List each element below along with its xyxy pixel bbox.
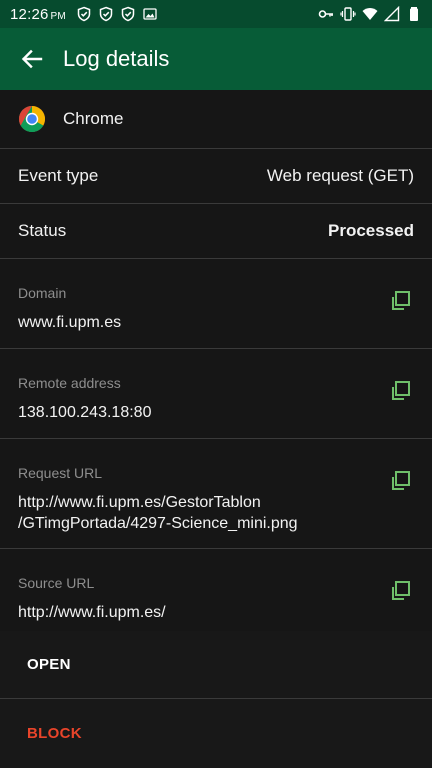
request-url-row: Request URL http://www.fi.upm.es/GestorT…: [0, 439, 432, 549]
shield-check-icon: [77, 6, 91, 22]
page-title: Log details: [63, 46, 170, 71]
chrome-logo: [18, 106, 46, 133]
status-bar: 12:26 PM: [0, 0, 432, 28]
source-url-value: http://www.fi.upm.es/: [18, 604, 166, 621]
shield-check-icon: [99, 6, 113, 22]
app-bar: Log details: [0, 28, 432, 90]
copy-domain-button[interactable]: [386, 287, 414, 315]
copy-remote-address-button[interactable]: [386, 377, 414, 405]
event-type-label: Event type: [18, 166, 99, 185]
log-details-list: Chrome Event type Web request (GET) Stat…: [0, 90, 432, 632]
request-url-value: http://www.fi.upm.es/GestorTablon /GTimg…: [18, 492, 414, 534]
copy-icon: [392, 471, 410, 490]
battery-icon: [410, 7, 418, 21]
status-label: Status: [18, 221, 67, 240]
source-url-row: Source URL http://www.fi.upm.es/: [0, 549, 432, 632]
cellular-icon: [384, 6, 400, 22]
action-sheet: OPEN BLOCK: [0, 631, 432, 768]
domain-label: Domain: [18, 285, 67, 301]
request-url-label: Request URL: [18, 465, 103, 481]
key-icon: [318, 10, 333, 18]
shield-check-icon: [121, 6, 135, 22]
back-button[interactable]: [0, 28, 64, 90]
remote-address-row: Remote address 138.100.243.18:80: [0, 349, 432, 439]
copy-icon: [392, 291, 410, 310]
remote-address-value: 138.100.243.18:80: [18, 404, 152, 421]
app-row: Chrome: [0, 90, 432, 149]
source-url-label: Source URL: [18, 575, 95, 591]
domain-row: Domain www.fi.upm.es: [0, 259, 432, 349]
status-row: Status Processed: [0, 204, 432, 259]
copy-request-url-button[interactable]: [386, 467, 414, 495]
event-type-row: Event type Web request (GET): [0, 149, 432, 204]
domain-value: www.fi.upm.es: [18, 314, 122, 331]
event-type-value: Web request (GET): [266, 166, 414, 185]
remote-address-label: Remote address: [18, 375, 121, 391]
image-icon: [143, 8, 157, 20]
arrow-back-icon: [21, 49, 43, 69]
status-value: Processed: [328, 221, 414, 240]
status-time: 12:26 PM: [10, 5, 66, 23]
open-button[interactable]: OPEN: [0, 631, 432, 699]
app-name: Chrome: [63, 109, 124, 128]
copy-icon: [392, 581, 410, 600]
wifi-icon: [362, 8, 378, 20]
copy-source-url-button[interactable]: [386, 577, 414, 605]
copy-icon: [392, 381, 410, 400]
vibrate-icon: [340, 7, 356, 21]
request-url-line-1: http://www.fi.upm.es/GestorTablon: [18, 494, 261, 511]
block-button[interactable]: BLOCK: [0, 699, 432, 767]
request-url-line-2: /GTimgPortada/4297-Science_mini.png: [18, 515, 298, 532]
